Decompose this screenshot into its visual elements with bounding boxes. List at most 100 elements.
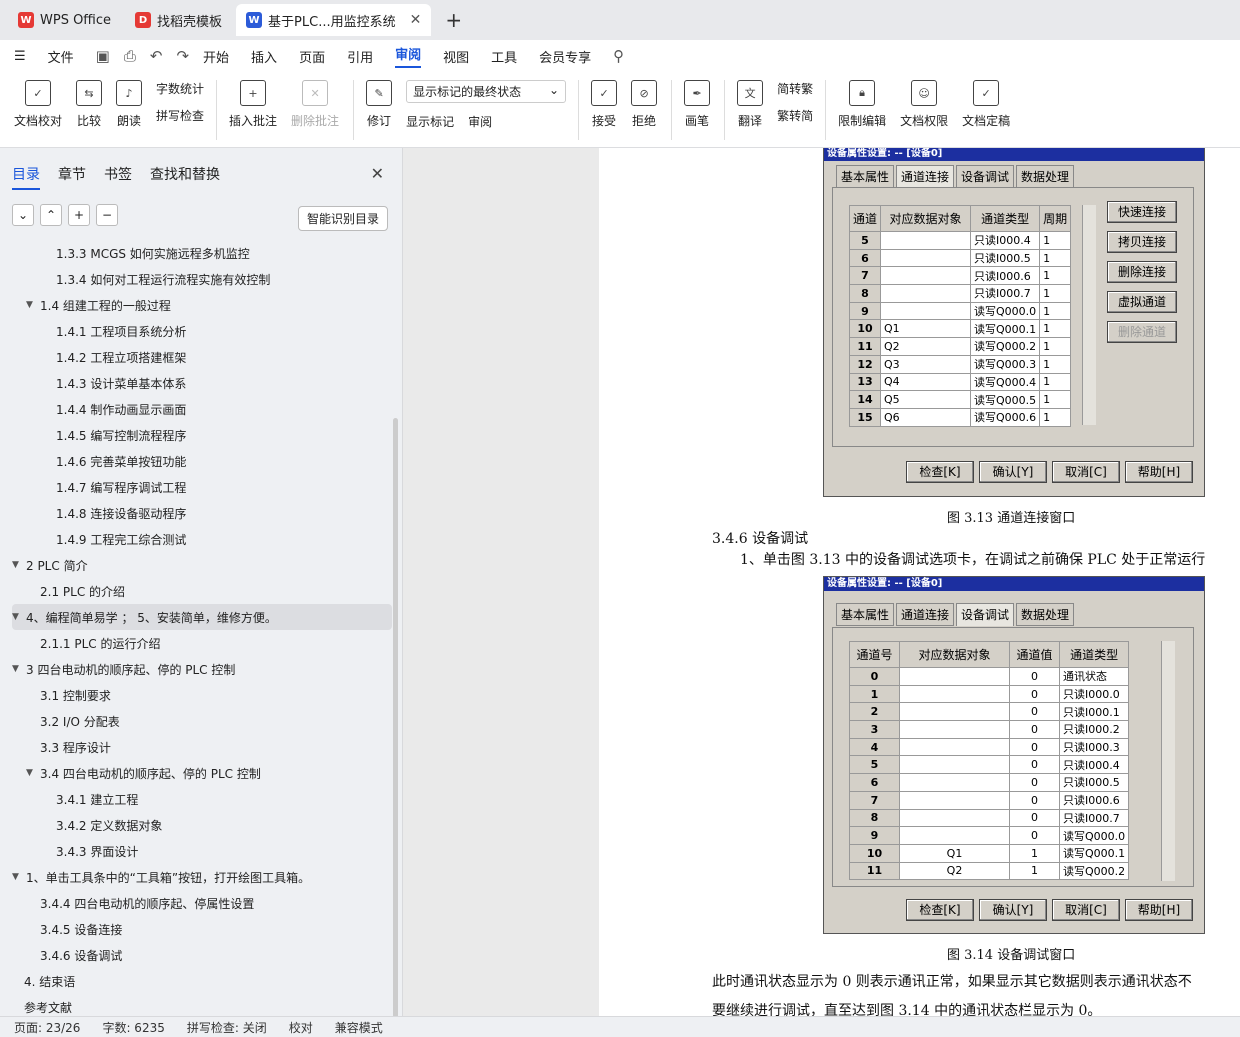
table-cell[interactable]: 14: [850, 391, 881, 409]
simp-to-trad-button[interactable]: 简转繁: [777, 80, 813, 97]
dialog-tab[interactable]: 基本属性: [836, 165, 894, 188]
dialog-button[interactable]: 帮助[H]: [1125, 899, 1193, 921]
table-cell[interactable]: 5: [850, 756, 900, 774]
table-cell[interactable]: 通讯状态: [1060, 668, 1129, 686]
table-row[interactable]: 10Q11读写Q000.1: [850, 844, 1129, 862]
table-cell[interactable]: 1: [1040, 338, 1071, 356]
menu-file[interactable]: 文件: [48, 47, 74, 66]
table-cell[interactable]: [900, 774, 1010, 792]
toc-item[interactable]: 3.4.1 建立工程: [12, 786, 392, 812]
toc-item[interactable]: 3.4.4 四台电动机的顺序起、停属性设置: [12, 890, 392, 916]
table-cell[interactable]: 7: [850, 791, 900, 809]
table-cell[interactable]: 只读I000.6: [971, 267, 1040, 285]
table-cell[interactable]: 读写Q000.0: [1060, 827, 1129, 845]
table-cell[interactable]: 6: [850, 249, 881, 267]
caret-down-icon[interactable]: ▼: [12, 560, 26, 570]
table-cell[interactable]: 10: [850, 320, 881, 338]
table-cell[interactable]: 只读I000.7: [971, 285, 1040, 303]
menu-view[interactable]: 视图: [443, 47, 469, 66]
toc-item[interactable]: 1.4.2 工程立项搭建框架: [12, 344, 392, 370]
word-count-button[interactable]: 字数统计: [156, 80, 204, 97]
table-row[interactable]: 20只读I000.1: [850, 703, 1129, 721]
table-cell[interactable]: 读写Q000.1: [971, 320, 1040, 338]
dialog-button[interactable]: 检查[K]: [906, 461, 974, 483]
menu-member[interactable]: 会员专享: [539, 47, 591, 66]
table-cell[interactable]: 只读I000.5: [1060, 774, 1129, 792]
table-cell[interactable]: 10: [850, 844, 900, 862]
menu-home[interactable]: 开始: [203, 47, 229, 66]
table-cell[interactable]: 1: [1010, 844, 1060, 862]
table-cell[interactable]: 0: [1010, 809, 1060, 827]
close-icon[interactable]: ✕: [410, 12, 422, 28]
table-row[interactable]: 5只读I000.41: [850, 232, 1071, 250]
caret-down-icon[interactable]: ▼: [12, 664, 26, 674]
table-cell[interactable]: 只读I000.4: [971, 232, 1040, 250]
table-row[interactable]: 13Q4读写Q000.41: [850, 373, 1071, 391]
table-row[interactable]: 8只读I000.71: [850, 285, 1071, 303]
table-cell[interactable]: 9: [850, 302, 881, 320]
revise-button[interactable]: ✎修订: [366, 80, 392, 129]
table-cell[interactable]: 1: [1040, 320, 1071, 338]
table-row[interactable]: 40只读I000.3: [850, 738, 1129, 756]
table-cell[interactable]: 0: [1010, 721, 1060, 739]
menu-review[interactable]: 审阅: [395, 44, 421, 68]
pen-button[interactable]: ✒画笔: [684, 80, 710, 129]
table-cell[interactable]: 读写Q000.6: [971, 408, 1040, 426]
caret-down-icon[interactable]: ▼: [12, 612, 26, 622]
delete-comment-button[interactable]: ✕删除批注: [291, 80, 339, 129]
table-cell[interactable]: 0: [1010, 685, 1060, 703]
toc-item[interactable]: 3.4.3 界面设计: [12, 838, 392, 864]
table-cell[interactable]: 读写Q000.2: [971, 338, 1040, 356]
toc-item[interactable]: 1.4.9 工程完工综合测试: [12, 526, 392, 552]
reject-button[interactable]: ⊘拒绝: [631, 80, 657, 129]
table-cell[interactable]: 0: [1010, 756, 1060, 774]
table-cell[interactable]: 0: [1010, 791, 1060, 809]
table-cell[interactable]: 1: [1040, 373, 1071, 391]
toc-item[interactable]: ▼1、单击工具条中的“工具箱”按钮，打开绘图工具箱。: [12, 864, 392, 890]
table-cell[interactable]: 0: [1010, 774, 1060, 792]
dialog-button[interactable]: 确认[Y]: [979, 899, 1047, 921]
table-row[interactable]: 15Q6读写Q000.61: [850, 408, 1071, 426]
toc-item[interactable]: 3.1 控制要求: [12, 682, 392, 708]
toc-item[interactable]: 3.4.6 设备调试: [12, 942, 392, 968]
table-cell[interactable]: 1: [1040, 355, 1071, 373]
new-tab-icon[interactable]: +: [445, 8, 462, 32]
table-cell[interactable]: Q2: [881, 338, 971, 356]
table-row[interactable]: 90读写Q000.0: [850, 827, 1129, 845]
table-cell[interactable]: 1: [1040, 232, 1071, 250]
spell-check-button[interactable]: 拼写检查: [156, 107, 204, 124]
print-icon[interactable]: ⎙: [124, 47, 136, 65]
toc-item[interactable]: ▼4、编程简单易学 ； 5、安装简单，维修方便。: [12, 604, 392, 630]
toc-item[interactable]: 1.3.4 如何对工程运行流程实施有效控制: [12, 266, 392, 292]
dialog-button[interactable]: 确认[Y]: [979, 461, 1047, 483]
toc-item[interactable]: ▼1.4 组建工程的一般过程: [12, 292, 392, 318]
caret-down-icon[interactable]: ▼: [26, 300, 40, 310]
tab-bookmarks[interactable]: 书签: [104, 164, 132, 190]
table-cell[interactable]: 1: [850, 685, 900, 703]
restrict-edit-button[interactable]: 🔒︎限制编辑: [838, 80, 886, 129]
table-cell[interactable]: 9: [850, 827, 900, 845]
table-cell[interactable]: 13: [850, 373, 881, 391]
table-cell[interactable]: 1: [1040, 285, 1071, 303]
toc-item[interactable]: 1.4.8 连接设备驱动程序: [12, 500, 392, 526]
review-pane-button[interactable]: 审阅: [468, 113, 492, 130]
caret-down-icon[interactable]: ▼: [12, 872, 26, 882]
page-indicator[interactable]: 页面: 23/26: [14, 1019, 80, 1036]
menu-page[interactable]: 页面: [299, 47, 325, 66]
proof-button[interactable]: 校对: [289, 1019, 313, 1036]
table-cell[interactable]: 4: [850, 738, 900, 756]
toc-item[interactable]: 3.4.5 设备连接: [12, 916, 392, 942]
table-cell[interactable]: [881, 249, 971, 267]
table-cell[interactable]: 0: [1010, 668, 1060, 686]
table-cell[interactable]: 只读I000.7: [1060, 809, 1129, 827]
dialog-button[interactable]: 帮助[H]: [1125, 461, 1193, 483]
table-row[interactable]: 70只读I000.6: [850, 791, 1129, 809]
table-cell[interactable]: 8: [850, 809, 900, 827]
vertical-scrollbar[interactable]: [1161, 641, 1175, 881]
translate-button[interactable]: 文翻译: [737, 80, 763, 129]
insert-comment-button[interactable]: +插入批注: [229, 80, 277, 129]
toc-item[interactable]: 3.3 程序设计: [12, 734, 392, 760]
dialog-side-button[interactable]: 虚拟通道: [1107, 291, 1177, 313]
table-cell[interactable]: 1: [1040, 391, 1071, 409]
trad-to-simp-button[interactable]: 繁转简: [777, 107, 813, 124]
